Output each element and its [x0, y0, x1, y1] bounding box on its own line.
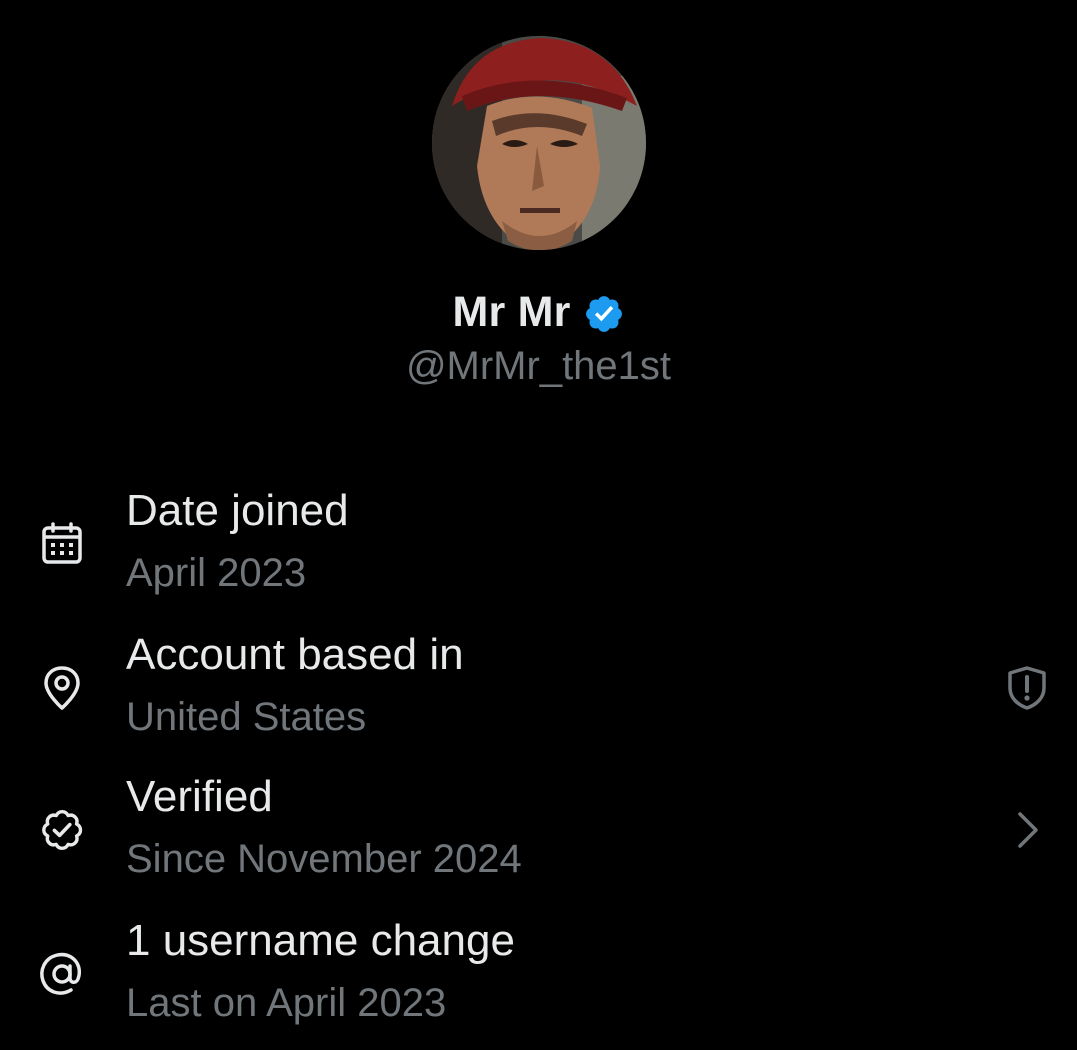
row-title: Date joined [126, 486, 349, 535]
name-row: Mr Mr [0, 288, 1077, 337]
row-text: Account based in United States [126, 624, 464, 748]
info-row-verified[interactable]: Verified Since November 2024 [0, 766, 1077, 896]
row-title: Account based in [126, 630, 464, 679]
verified-outline-icon [38, 806, 86, 854]
row-text: 1 username change Last on April 2023 [126, 910, 515, 1034]
row-text: Date joined April 2023 [126, 480, 349, 604]
row-subtitle: Since November 2024 [126, 837, 522, 881]
info-row-account-based-in: Account based in United States [0, 624, 1077, 754]
location-pin-icon [38, 664, 86, 712]
display-name: Mr Mr [452, 288, 571, 336]
at-sign-icon [38, 950, 86, 998]
row-subtitle: United States [126, 695, 367, 739]
calendar-icon [38, 520, 86, 568]
handle: @MrMr_the1st [405, 344, 672, 388]
chevron-right-icon[interactable] [1003, 806, 1051, 854]
avatar[interactable] [432, 36, 646, 250]
shield-alert-icon[interactable] [1003, 664, 1051, 712]
row-text: Verified Since November 2024 [126, 766, 522, 890]
avatar-image [432, 36, 646, 250]
info-row-date-joined: Date joined April 2023 [0, 480, 1077, 610]
row-title: Verified [126, 772, 273, 821]
row-subtitle: Last on April 2023 [126, 981, 447, 1025]
row-title: 1 username change [126, 916, 515, 965]
info-row-username-change: 1 username change Last on April 2023 [0, 910, 1077, 1040]
verified-badge-icon[interactable] [583, 293, 625, 335]
row-subtitle: April 2023 [126, 551, 307, 595]
